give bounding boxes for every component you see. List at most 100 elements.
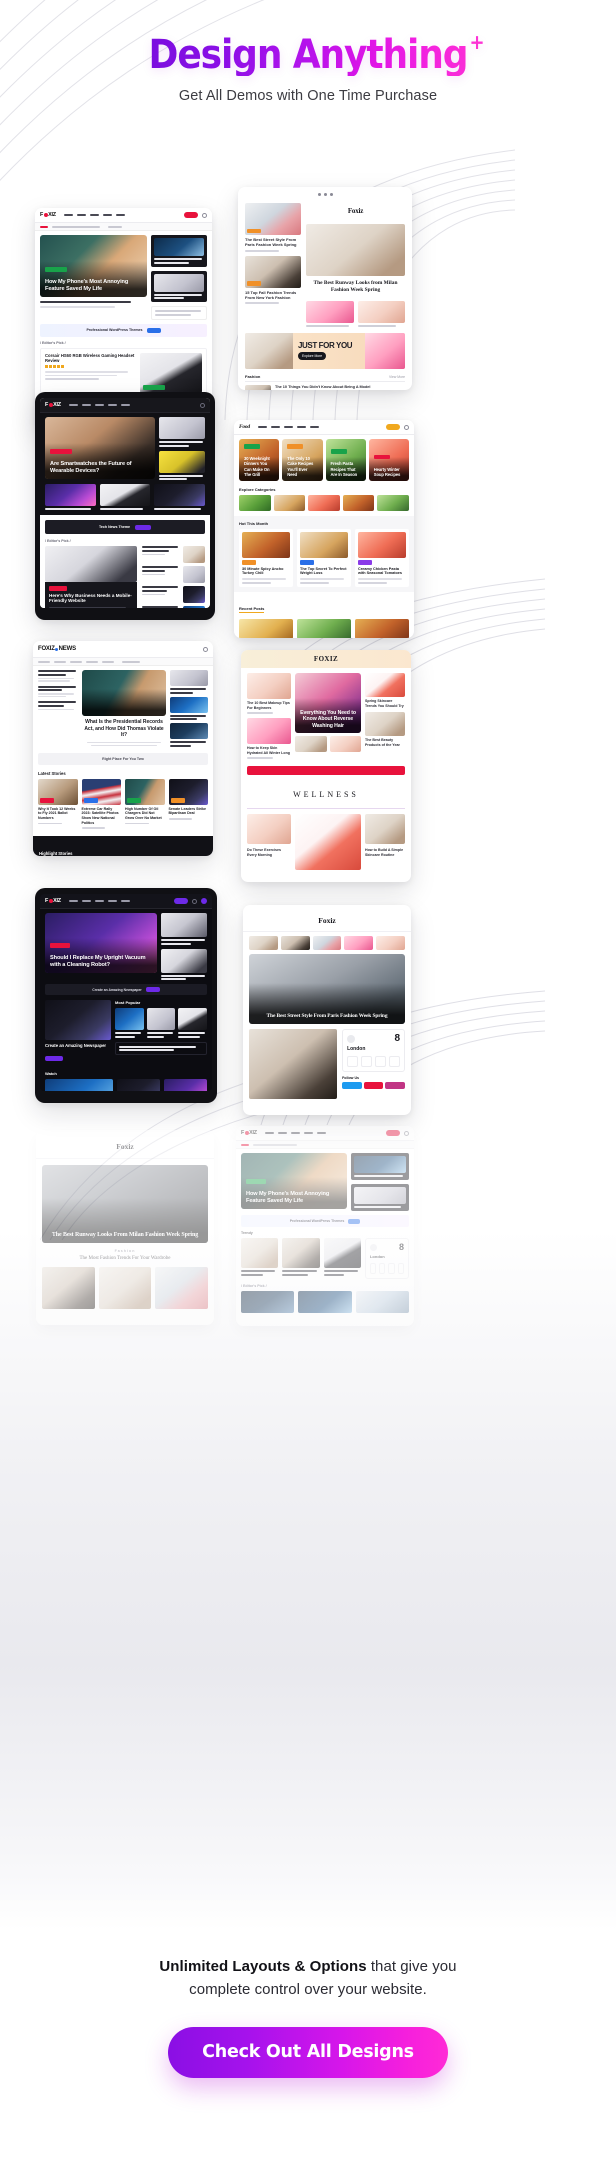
recent-card[interactable]	[297, 618, 351, 638]
grid-article-card[interactable]	[355, 1291, 409, 1313]
grid-article-card[interactable]	[241, 1238, 279, 1279]
social-youtube-icon[interactable]	[363, 1082, 384, 1089]
side-article-card[interactable]	[159, 417, 205, 447]
hero-article-card[interactable]: The Best Runway Looks From Milan Fashion…	[42, 1165, 208, 1243]
popular-card[interactable]	[115, 1008, 144, 1038]
promo-just-for-you[interactable]: JUST FOR YOU Explore More	[245, 333, 405, 370]
feature-photo[interactable]	[249, 1029, 338, 1099]
popular-card[interactable]	[146, 1008, 176, 1038]
hero-article-card[interactable]	[82, 670, 166, 716]
social-instagram-icon[interactable]	[385, 1082, 405, 1089]
side-article-card[interactable]	[170, 723, 208, 747]
hero-article-card[interactable]: Everything You Need to Know About Revers…	[295, 673, 361, 733]
popular-list-item[interactable]	[115, 1041, 207, 1055]
hero-card[interactable]: 30 Weeknight Dinners You Can Make On The…	[239, 439, 280, 481]
bottom-card[interactable]	[365, 814, 405, 845]
side-article-card[interactable]	[38, 701, 78, 711]
hero-article-card[interactable]: How My Phone's Most Annoying Feature Sav…	[40, 235, 148, 297]
social-twitter-icon[interactable]	[342, 1082, 362, 1089]
hero-article-card[interactable]: Should I Replace My Upright Vacuum with …	[45, 913, 157, 973]
review-card[interactable]: Corsair HS60 RGB Wireless Gaming Headset…	[40, 347, 207, 398]
recent-card[interactable]	[239, 618, 293, 638]
beauty-cta-bar[interactable]	[247, 766, 405, 776]
gadget-promo-bar[interactable]: Create an Amazing Newspaper	[45, 984, 207, 995]
fashion-list-item[interactable]: 15 Top Fall Fashion Trends From New York…	[245, 255, 301, 305]
video-card[interactable]	[164, 1079, 207, 1091]
list-item[interactable]	[142, 606, 205, 608]
sub-card[interactable]	[295, 736, 327, 752]
right-list-item[interactable]: Spring Skincare Trends You Should Try	[365, 673, 405, 708]
fashion-list-item[interactable]: The Best Street Style From Paris Fashion…	[245, 203, 301, 252]
side-article-card[interactable]	[38, 670, 78, 682]
mockup-fashion-street[interactable]: Foxiz The Best Street Style From Paris F…	[243, 905, 411, 1115]
list-item[interactable]	[142, 566, 205, 583]
promo-banner-button[interactable]	[348, 1218, 361, 1224]
hot-card[interactable]: Creamy Chicken Pasta with Seasonal Tomat…	[355, 529, 409, 587]
side-article-card[interactable]	[170, 670, 208, 694]
latest-card[interactable]: Why It Took 12 Weeks to Fly 2021 Ballot …	[38, 778, 78, 829]
side-article-card[interactable]	[151, 235, 207, 267]
search-icon[interactable]	[203, 646, 208, 652]
featured-card[interactable]: Create an Amazing Newspaper	[45, 1000, 111, 1066]
list-item[interactable]	[142, 586, 205, 603]
latest-card[interactable]: Senate Leaders Strike Bipartisan Deal	[168, 778, 208, 829]
gallery-photo[interactable]	[155, 1267, 209, 1309]
fashion-card[interactable]	[306, 301, 354, 328]
sign-in-button[interactable]	[174, 898, 188, 904]
hero-article-card[interactable]: The Best Street Style From Paris Fashion…	[249, 954, 405, 1024]
side-article-card[interactable]	[170, 696, 208, 720]
gallery-photo[interactable]	[42, 1267, 95, 1309]
thumb[interactable]	[280, 936, 310, 950]
category-chip[interactable]	[308, 495, 340, 511]
video-card[interactable]	[117, 1079, 161, 1091]
view-all-link[interactable]: View More	[389, 375, 405, 379]
category-chip[interactable]	[342, 495, 375, 511]
gallery-photo[interactable]	[98, 1267, 152, 1309]
hero-card[interactable]: Fresh Pasta Recipes That Are In Season	[325, 439, 366, 481]
popular-card[interactable]	[178, 1008, 208, 1038]
social-icons[interactable]	[246, 193, 404, 196]
fashion-row-item[interactable]: The 10 Things You Didn't Know About Bein…	[245, 385, 405, 390]
thumb[interactable]	[312, 936, 342, 950]
search-icon[interactable]	[404, 1130, 409, 1136]
feature-card[interactable]: Here's Why Business Needs a Mobile-Frien…	[45, 582, 137, 608]
promo-banner[interactable]: Professional WordPress Themes	[241, 1215, 409, 1227]
category-chip[interactable]	[239, 495, 271, 511]
hero-card[interactable]: The Only 10 Cake Recipes You'll Ever Nee…	[282, 439, 323, 481]
fashion-card[interactable]	[357, 301, 405, 328]
check-out-all-designs-button[interactable]: Check Out All Designs	[168, 2026, 448, 2078]
hero-card[interactable]: Hearty Winter Soup Recipes	[368, 439, 409, 481]
thumb[interactable]	[344, 936, 374, 950]
grid-article-card[interactable]	[298, 1291, 352, 1313]
grid-article-card[interactable]	[282, 1238, 320, 1279]
right-place-banner[interactable]: Right Place For You Two	[38, 752, 208, 765]
dark-mode-toggle[interactable]	[201, 898, 207, 904]
mockup-tech-dark[interactable]: F XIZ Are Smartwatches the Future of Wear…	[35, 392, 215, 620]
side-article-card[interactable]	[151, 306, 207, 320]
thumb[interactable]	[249, 936, 278, 950]
hero-article-card[interactable]: How My Phone's Most Annoying Feature Sav…	[241, 1153, 347, 1209]
left-list-item[interactable]: How to Keep Skin Hydrated All Winter Lon…	[247, 718, 291, 760]
search-icon[interactable]	[192, 898, 197, 904]
video-card[interactable]	[45, 1079, 114, 1091]
side-article-card[interactable]	[38, 685, 78, 698]
promo-banner-button[interactable]	[146, 327, 161, 333]
grid-article-card[interactable]	[45, 484, 96, 510]
featured-button[interactable]	[45, 1056, 63, 1062]
side-article-card[interactable]	[351, 1184, 409, 1211]
subscribe-button[interactable]	[184, 212, 198, 218]
mockup-runway-faded[interactable]: Foxiz The Best Runway Looks From Milan F…	[36, 1130, 214, 1325]
mockup-gadget-dark[interactable]: F XIZ Should I Replace My Upright Vacuum …	[35, 888, 217, 1103]
latest-card[interactable]: High Number Of Oil Chargers Did Not Grow…	[125, 778, 165, 829]
side-article-card[interactable]	[151, 270, 207, 302]
mockup-tech-faded[interactable]: F XIZ How My Phone's Most Annoying Featur…	[236, 1126, 414, 1326]
side-article-card[interactable]	[161, 948, 207, 980]
latest-card[interactable]: Extreme Car Rally 2023: Satellite Photos…	[81, 778, 121, 829]
side-article-card[interactable]	[159, 450, 205, 480]
mockup-beauty-wellness[interactable]: FOXIZ The 10 Best Makeup Tips For Beginn…	[241, 650, 411, 882]
grid-article-card[interactable]	[323, 1238, 361, 1279]
mockup-news-paper[interactable]: FOXIZ NEWS What Is the Presidential Recor…	[33, 641, 213, 856]
right-list-item[interactable]: The Best Beauty Products of the Year	[365, 712, 405, 747]
category-chip[interactable]	[377, 495, 409, 511]
thumb[interactable]	[376, 936, 405, 950]
